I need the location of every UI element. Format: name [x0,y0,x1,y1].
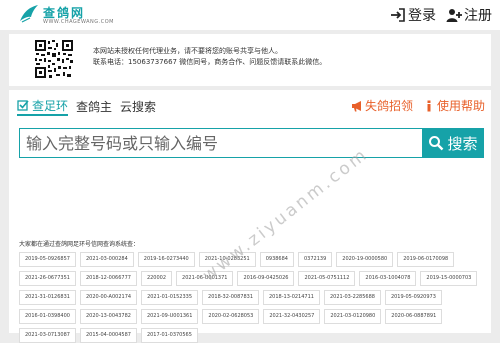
top-bar: 查鸽网 WWW.CHAGEWANG.COM 登录 注册 [0,0,500,30]
account-actions: 登录 注册 [390,4,492,26]
recent-search-chip[interactable]: 2021-26-0677351 [19,271,76,286]
check-square-icon [17,100,29,111]
wechat-qr-code [34,39,74,79]
recent-search-chip[interactable]: 2021-01-0152335 [141,290,199,305]
tab-owner-search[interactable]: 查鸽主 [76,96,112,116]
notice-panel: 本网站未授权任何代理业务，请不要将您的账号共享与他人。 联系电话：1506373… [9,34,491,86]
recent-search-chip[interactable]: 2020-13-0043782 [79,309,137,324]
recent-search-chip[interactable]: 2021-31-0126831 [19,290,76,305]
tab-ring-search[interactable]: 查足环 [17,96,69,116]
search-button[interactable]: 搜索 [422,128,484,158]
pigeon-logo-icon [20,5,38,23]
recent-search-chip[interactable]: 2015-04-0004587 [79,328,137,343]
megaphone-icon [351,100,361,111]
recent-search-chip[interactable]: 2020-19-0000580 [336,252,394,267]
help-link[interactable]: 使用帮助 [423,97,485,114]
recent-search-chip[interactable]: 2020-02-0628053 [202,309,260,324]
recent-search-chip[interactable]: 2019-06-0170098 [397,252,455,267]
login-label: 登录 [408,8,436,24]
logo-subtitle: WWW.CHAGEWANG.COM [43,19,114,25]
info-icon [427,100,431,111]
recent-search-chip[interactable]: 2021-03-2285688 [323,290,381,305]
help-label: 使用帮助 [436,99,485,113]
help-links: 失鸽招领 使用帮助 [351,97,485,114]
recent-search-chip[interactable]: 2017-01-0370565 [140,328,198,343]
recent-search-chip[interactable]: 2021-03-000284 [79,252,134,267]
register-label: 注册 [464,8,492,24]
recent-search-chip[interactable]: 2021-32-0430257 [263,309,321,324]
login-link[interactable]: 登录 [390,5,436,25]
lost-pigeon-link[interactable]: 失鸽招领 [351,97,413,114]
recent-search-chip[interactable]: 0372139 [297,252,333,267]
recent-search-chip[interactable]: 2020-06-0887891 [385,309,443,324]
tab-label: 查鸽主 [76,99,113,114]
recent-search-chip[interactable]: 2019-05-0920973 [384,290,442,305]
notice-line: 本网站未授权任何代理业务，请不要将您的账号共享与他人。 [93,47,282,55]
recent-search-chip[interactable]: 220002 [140,271,173,286]
recent-search-chip[interactable]: 2021-06-U001371 [176,271,234,286]
notice-contact-line: 联系电话：15063737667 微信同号，商务合作、问题反馈请联系此微信。 [93,58,327,66]
recent-search-chip[interactable]: 2016-09-0425026 [237,271,295,286]
site-logo[interactable]: 查鸽网 WWW.CHAGEWANG.COM [18,3,114,29]
recent-search-chip[interactable]: 2021-09-U001361 [140,309,199,324]
lost-pigeon-label: 失鸽招领 [364,99,413,113]
register-link[interactable]: 注册 [446,5,492,25]
notice-text: 本网站未授权任何代理业务，请不要将您的账号共享与他人。 联系电话：1506373… [93,46,326,68]
recent-search-chip[interactable]: 2020-00-A002174 [79,290,138,305]
search-tabs: 查足环 查鸽主 云搜索 [17,96,156,116]
recent-search-chip[interactable]: 2019-15-0000703 [420,271,478,286]
recent-search-chip[interactable]: 2019-05-0926857 [19,252,76,267]
recent-search-chip[interactable]: 2021-03-0713087 [19,328,76,343]
add-user-icon [446,9,462,22]
login-icon [391,8,405,22]
ring-number-input[interactable] [19,128,422,158]
tab-label: 云搜索 [120,99,157,114]
tab-cloud-search[interactable]: 云搜索 [120,96,156,116]
recent-search-chip[interactable]: 2019-16-0273440 [137,252,195,267]
recent-search-chip[interactable]: 2018-12-0066777 [79,271,137,286]
recent-search-chip[interactable]: 0938684 [259,252,294,267]
recent-search-chip[interactable]: 2016-01-0398400 [19,309,76,324]
search-panel: 查足环 查鸽主 云搜索 失鸽招领 使用帮助 输入完整号码或只输入编号 搜索 大家… [9,90,491,343]
tab-label: 查足环 [32,98,69,113]
recent-search-chip[interactable]: 2021-03-0120980 [324,309,382,324]
recent-search-chip[interactable]: 2018-32-0087831 [202,290,259,305]
search-icon [429,136,444,151]
search-button-label: 搜索 [447,134,478,153]
recent-searches-list: 2019-05-0926857 2021-03-000284 2019-16-027… [19,252,489,343]
search-bar: 搜索 [19,128,484,158]
recent-search-chip[interactable]: 2021-10-0283251 [198,252,256,267]
recent-search-chip[interactable]: 2016-03-1004078 [359,271,417,286]
recent-search-chip[interactable]: 2018-13-0214711 [263,290,320,305]
recent-search-chip[interactable]: 2021-05-0751112 [298,271,356,286]
recent-searches-label: 大家都在通过查鸽网足环号信网查询系统查： [19,241,140,248]
